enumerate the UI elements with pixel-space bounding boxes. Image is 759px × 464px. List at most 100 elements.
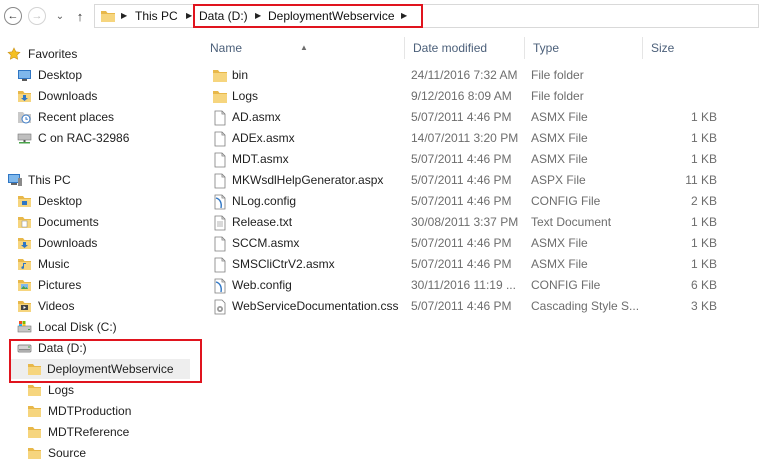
- up-button[interactable]: ↑: [70, 6, 90, 26]
- nav-favorites-recent-places[interactable]: Recent places: [0, 107, 200, 127]
- desktop-icon: [18, 70, 31, 81]
- nav-this-pc[interactable]: This PC: [0, 170, 200, 190]
- file-icon: [214, 236, 226, 252]
- nav-pc-videos[interactable]: Videos: [0, 296, 200, 316]
- nav-pc-downloads[interactable]: Downloads: [0, 233, 200, 253]
- nav-mdtproduction[interactable]: MDTProduction: [0, 401, 200, 421]
- file-date-modified: 5/07/2011 4:46 PM: [411, 257, 512, 271]
- file-date-modified: 5/07/2011 4:46 PM: [411, 236, 512, 250]
- file-name: Release.txt: [232, 215, 293, 229]
- file-row[interactable]: AD.asmx 5/07/2011 4:46 PM ASMX File 1 KB: [202, 107, 759, 128]
- file-date-modified: 24/11/2016 7:32 AM: [411, 68, 518, 82]
- folder-icon: [28, 406, 41, 417]
- file-row[interactable]: Web.config 30/11/2016 11:19 ... CONFIG Fil…: [202, 275, 759, 296]
- breadcrumb-separator-icon[interactable]: ▶: [121, 5, 127, 27]
- file-date-modified: 30/11/2016 11:19 ...: [411, 278, 516, 292]
- file-icon: [214, 257, 226, 273]
- file-type: CONFIG File: [531, 194, 601, 208]
- folder-icon: [213, 70, 227, 82]
- column-header-size[interactable]: Size: [643, 37, 723, 59]
- file-name: SMSCliCtrV2.asmx: [232, 257, 335, 271]
- nav-mdtreference[interactable]: MDTReference: [0, 422, 200, 442]
- file-type: ASMX File: [531, 152, 588, 166]
- column-header-label: Date modified: [413, 41, 488, 55]
- breadcrumb-separator-icon[interactable]: ▶: [186, 5, 192, 27]
- forward-button[interactable]: →: [28, 7, 46, 25]
- file-date-modified: 5/07/2011 4:46 PM: [411, 299, 512, 313]
- file-name: MKWsdlHelpGenerator.aspx: [232, 173, 384, 187]
- videos-folder-icon: [18, 301, 31, 312]
- nav-item-label: Logs: [48, 383, 75, 397]
- file-size: 6 KB: [690, 278, 717, 292]
- file-type: ASMX File: [531, 257, 588, 271]
- file-name: ADEx.asmx: [232, 131, 295, 145]
- recent-locations-button[interactable]: ⌄: [50, 6, 70, 26]
- folder-icon: [101, 11, 115, 22]
- nav-item-label: Source: [48, 446, 87, 460]
- file-size: 1 KB: [690, 152, 717, 166]
- nav-pc-pictures[interactable]: Pictures: [0, 275, 200, 295]
- nav-item-label: Pictures: [38, 278, 82, 292]
- file-row[interactable]: MKWsdlHelpGenerator.aspx 5/07/2011 4:46 P…: [202, 170, 759, 191]
- nav-item-label: C on RAC-32986: [38, 131, 130, 145]
- nav-favorites-label: Favorites: [28, 47, 78, 61]
- file-row[interactable]: MDT.asmx 5/07/2011 4:46 PM ASMX File 1 KB: [202, 149, 759, 170]
- file-row[interactable]: NLog.config 5/07/2011 4:46 PM CONFIG File 2…: [202, 191, 759, 212]
- file-type: File folder: [531, 68, 584, 82]
- file-date-modified: 5/07/2011 4:46 PM: [411, 173, 512, 187]
- back-button[interactable]: ←: [4, 7, 22, 25]
- nav-pc-local-disk-c[interactable]: Local Disk (C:): [0, 317, 200, 337]
- file-row[interactable]: ADEx.asmx 14/07/2011 3:20 PM ASMX File 1 KB: [202, 128, 759, 149]
- file-row[interactable]: WebServiceDocumentation.css 5/07/2011 4:4…: [202, 296, 759, 317]
- nav-item-label: Recent places: [38, 110, 115, 124]
- file-name: WebServiceDocumentation.css: [232, 299, 399, 313]
- nav-favorites-network-drive[interactable]: C on RAC-32986: [0, 128, 200, 148]
- config-file-icon: [214, 278, 226, 294]
- file-date-modified: 5/07/2011 4:46 PM: [411, 194, 512, 208]
- column-header-label: Name: [210, 41, 243, 55]
- column-header-type[interactable]: Type: [525, 37, 643, 59]
- nav-logs[interactable]: Logs: [0, 380, 200, 400]
- navigation-pane: Favorites Desktop Downloads Recent place…: [0, 32, 202, 464]
- nav-favorites-desktop[interactable]: Desktop: [0, 65, 200, 85]
- file-size: 1 KB: [690, 257, 717, 271]
- file-date-modified: 5/07/2011 4:46 PM: [411, 152, 512, 166]
- column-header-name[interactable]: ▲ Name: [202, 37, 405, 59]
- file-name: Logs: [232, 89, 259, 103]
- file-size: 1 KB: [690, 236, 717, 250]
- nav-favorites-downloads[interactable]: Downloads: [0, 86, 200, 106]
- file-list: ▲ Name Date modified Type Size bin 24/11/…: [202, 32, 759, 464]
- address-highlight-box: [193, 4, 423, 28]
- file-row[interactable]: SCCM.asmx 5/07/2011 4:46 PM ASMX File 1 KB: [202, 233, 759, 254]
- breadcrumb-this-pc[interactable]: This PC: [135, 5, 178, 27]
- up-arrow-icon: ↑: [76, 8, 84, 24]
- file-date-modified: 5/07/2011 4:46 PM: [411, 110, 512, 124]
- nav-pc-desktop[interactable]: Desktop: [0, 191, 200, 211]
- nav-favorites[interactable]: Favorites: [0, 44, 200, 64]
- nav-pc-music[interactable]: Music: [0, 254, 200, 274]
- file-row[interactable]: SMSCliCtrV2.asmx 5/07/2011 4:46 PM ASMX Fi…: [202, 254, 759, 275]
- file-type: ASPX File: [531, 173, 586, 187]
- config-file-icon: [214, 194, 226, 210]
- nav-item-label: MDTReference: [48, 425, 130, 439]
- file-row[interactable]: Logs 9/12/2016 8:09 AM File folder: [202, 86, 759, 107]
- file-row[interactable]: Release.txt 30/08/2011 3:37 PM Text Docume…: [202, 212, 759, 233]
- folder-icon: [28, 427, 41, 438]
- nav-pc-documents[interactable]: Documents: [0, 212, 200, 232]
- back-arrow-icon: ←: [7, 10, 19, 22]
- file-name: bin: [232, 68, 249, 82]
- file-type: ASMX File: [531, 110, 588, 124]
- computer-icon: [8, 174, 22, 186]
- file-size: 1 KB: [690, 215, 717, 229]
- nav-source[interactable]: Source: [0, 443, 200, 463]
- file-name: AD.asmx: [232, 110, 281, 124]
- file-name: NLog.config: [232, 194, 297, 208]
- file-date-modified: 30/08/2011 3:37 PM: [411, 215, 519, 229]
- folder-icon: [213, 91, 227, 103]
- column-header-date-modified[interactable]: Date modified: [405, 37, 525, 59]
- file-name: MDT.asmx: [232, 152, 289, 166]
- address-bar: ← → ⌄ ↑ ▶ This PC ▶ Data (D:) ▶ Deployme…: [0, 0, 759, 32]
- nav-item-label: Local Disk (C:): [38, 320, 117, 334]
- file-type: CONFIG File: [531, 278, 601, 292]
- file-row[interactable]: bin 24/11/2016 7:32 AM File folder: [202, 65, 759, 86]
